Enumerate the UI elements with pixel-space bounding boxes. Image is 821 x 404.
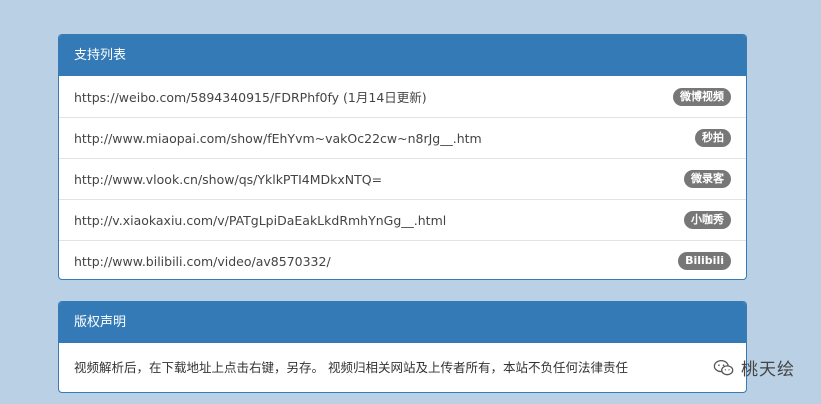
support-link-xiaokaxiu[interactable]: http://v.xiaokaxiu.com/v/PATgLpiDaEakLkd…: [74, 213, 446, 228]
wechat-icon: [713, 359, 734, 375]
watermark: 桃天绘: [713, 355, 795, 380]
support-link-vlook[interactable]: http://www.vlook.cn/show/qs/YklkPTI4MDkx…: [74, 172, 382, 187]
badge-vlook: 微录客: [684, 170, 731, 188]
list-item: http://www.miaopai.com/show/fEhYvm~vakOc…: [59, 117, 746, 158]
list-item: http://www.vlook.cn/show/qs/YklkPTI4MDkx…: [59, 158, 746, 199]
watermark-text: 桃天绘: [741, 360, 795, 380]
list-item: http://v.xiaokaxiu.com/v/PATgLpiDaEakLkd…: [59, 199, 746, 240]
list-item: http://www.bilibili.com/video/av8570332/…: [59, 240, 746, 279]
badge-weibo-video: 微博视频: [673, 87, 731, 106]
list-item: https://weibo.com/5894340915/FDRPhf0fy (…: [59, 76, 746, 117]
support-link-bilibili[interactable]: http://www.bilibili.com/video/av8570332/: [74, 254, 331, 269]
support-link-weibo[interactable]: https://weibo.com/5894340915/FDRPhf0fy (…: [74, 87, 427, 106]
support-list-title: 支持列表: [59, 35, 746, 76]
copyright-text: 视频解析后，在下载地址上点击右键，另存。 视频归相关网站及上传者所有，本站不负任…: [74, 360, 628, 375]
support-list: https://weibo.com/5894340915/FDRPhf0fy (…: [59, 76, 746, 279]
badge-miaopai: 秒拍: [695, 129, 731, 147]
copyright-title: 版权声明: [59, 302, 746, 343]
badge-bilibili: Bilibili: [678, 252, 731, 270]
copyright-panel: 版权声明 视频解析后，在下载地址上点击右键，另存。 视频归相关网站及上传者所有，…: [58, 301, 747, 393]
support-list-panel: 支持列表 https://weibo.com/5894340915/FDRPhf…: [58, 34, 747, 280]
badge-xiaokaxiu: 小咖秀: [684, 211, 731, 229]
support-link-miaopai[interactable]: http://www.miaopai.com/show/fEhYvm~vakOc…: [74, 131, 482, 146]
